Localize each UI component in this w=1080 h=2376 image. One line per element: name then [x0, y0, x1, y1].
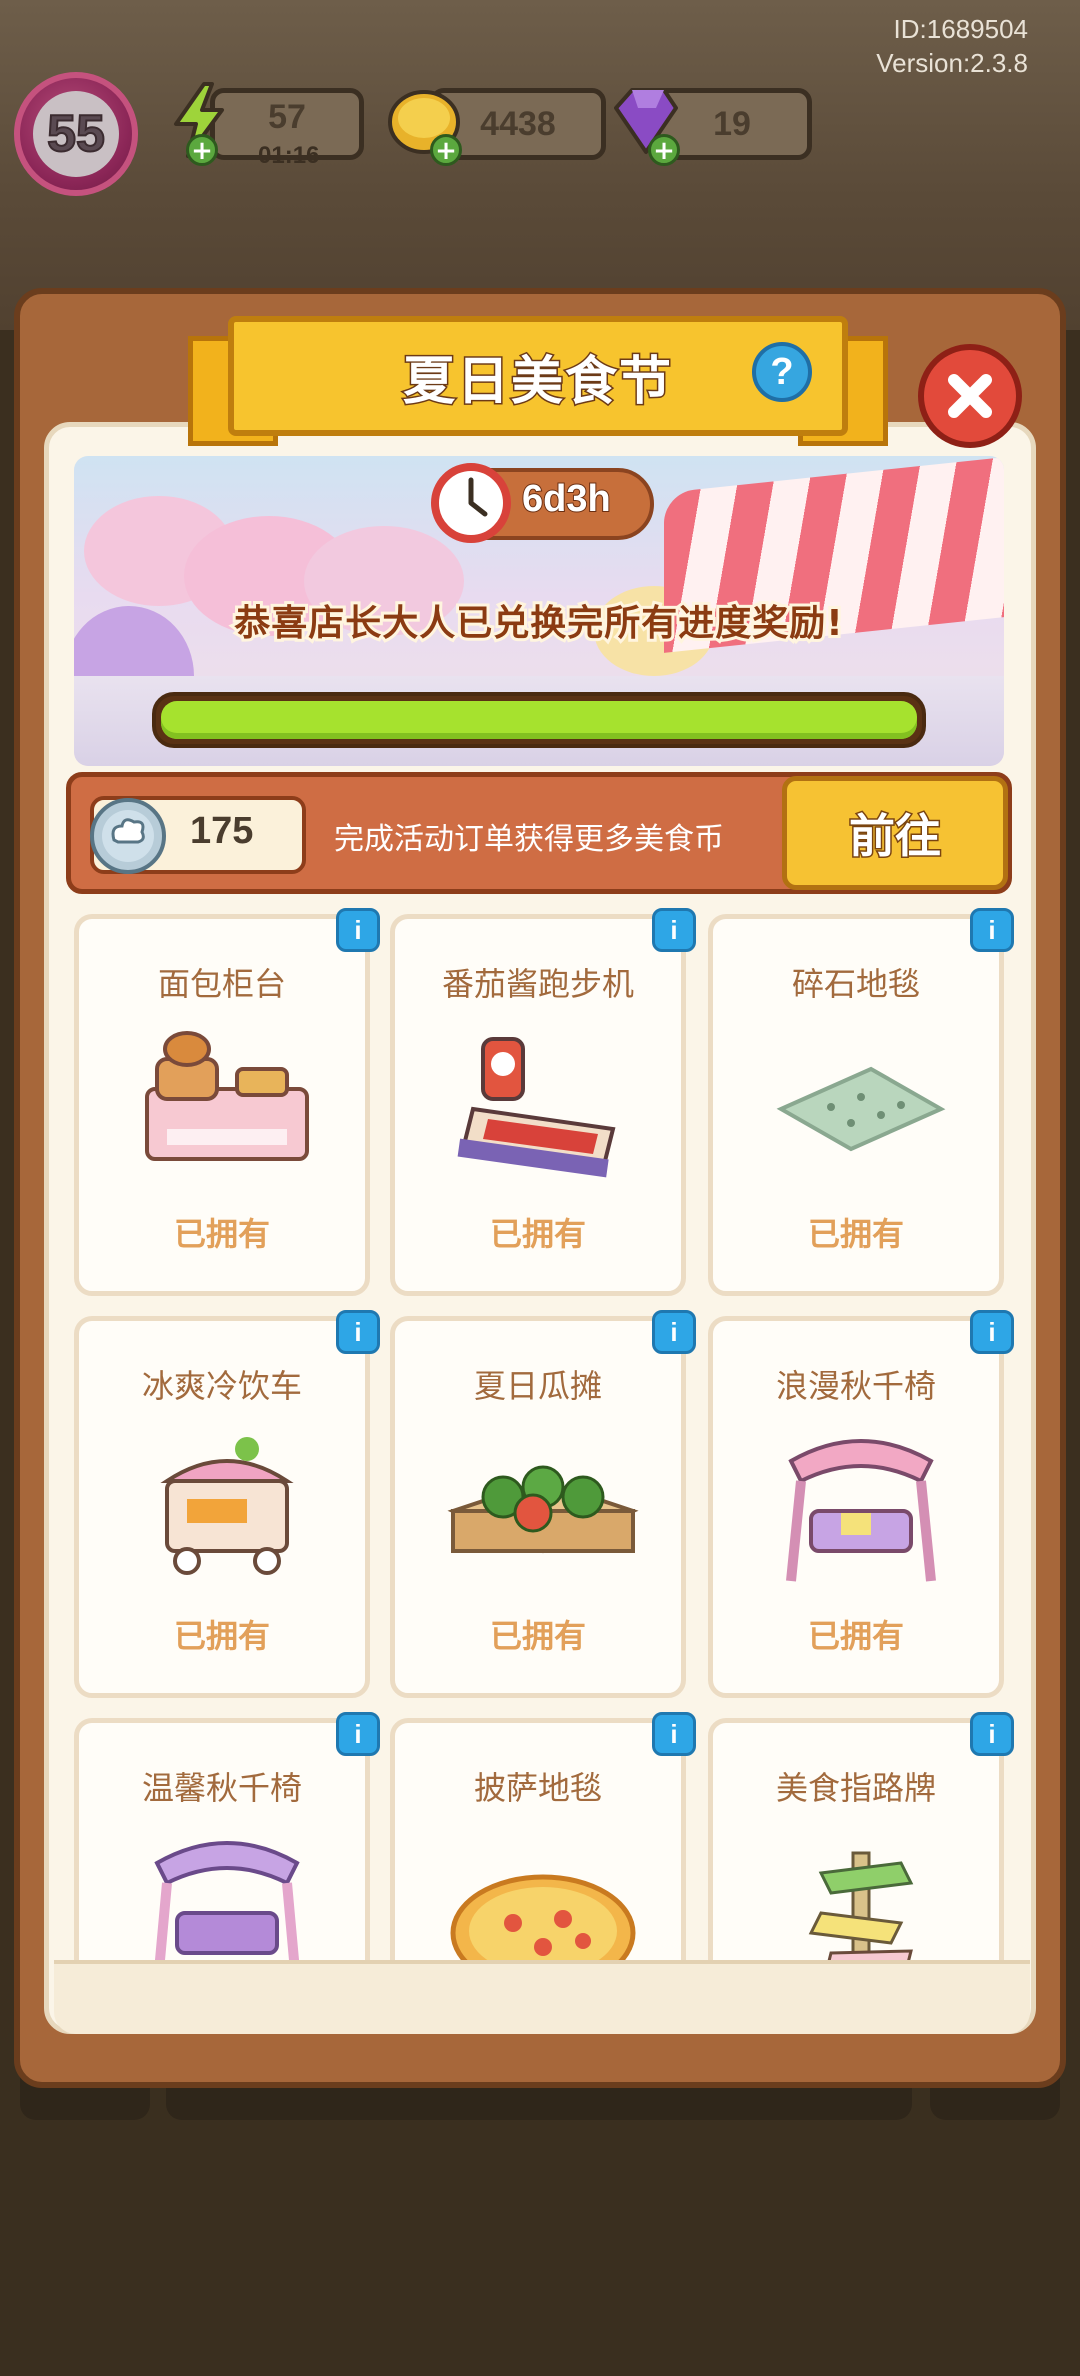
info-icon[interactable]: i [336, 1310, 380, 1354]
congrats-message: 恭喜店长大人已兑换完所有进度奖励! [231, 600, 845, 647]
info-icon[interactable]: i [652, 1712, 696, 1756]
reward-name: 碎石地毯 [791, 965, 920, 1003]
info-icon[interactable]: i [652, 908, 696, 952]
reward-card[interactable]: 温馨秋千椅 [74, 1718, 370, 1964]
drink-cart-icon [160, 1437, 294, 1575]
level-number: 55 [33, 91, 119, 177]
reward-card[interactable]: 面包柜台 已拥有 [74, 914, 370, 1296]
gravel-rug-icon [776, 1066, 946, 1152]
progress-fill [161, 701, 917, 739]
player-id: ID:1689504 [893, 14, 1028, 44]
reward-name: 夏日瓜摊 [473, 1367, 602, 1405]
info-icon[interactable]: i [652, 1310, 696, 1354]
reward-name: 披萨地毯 [473, 1769, 602, 1807]
bread-counter-icon [145, 1031, 309, 1161]
energy-timer: 01:16 [258, 142, 320, 169]
owned-status: 已拥有 [489, 1215, 586, 1253]
go-button[interactable]: 前往 [782, 776, 1008, 890]
gem-value: 19 [713, 104, 751, 143]
food-coin-icon [90, 798, 166, 874]
reward-card[interactable]: 美食指路牌 [708, 1718, 1004, 1964]
help-button[interactable]: ? [752, 342, 812, 402]
add-gems-icon[interactable]: + [648, 134, 680, 166]
pizza-rug-icon [450, 1874, 636, 1964]
reward-card[interactable]: 番茄酱跑步机 已拥有 [390, 914, 686, 1296]
food-coin-value: 175 [190, 810, 254, 852]
owned-status: 已拥有 [807, 1215, 904, 1253]
reward-card[interactable]: 浪漫秋千椅 已拥有 [708, 1316, 1004, 1698]
close-icon [948, 374, 992, 418]
food-coin-description: 完成活动订单获得更多美食币 [334, 822, 724, 857]
info-icon[interactable]: i [970, 1310, 1014, 1354]
info-icon[interactable]: i [970, 1712, 1014, 1756]
reward-card[interactable]: 冰爽冷饮车 已拥有 [74, 1316, 370, 1698]
progress-bar [152, 692, 926, 748]
owned-status: 已拥有 [807, 1617, 904, 1655]
coin-value: 4438 [480, 104, 556, 143]
panel-title: 夏日美食节 [401, 350, 673, 413]
pink-swing-icon [786, 1439, 936, 1582]
reward-name: 面包柜台 [157, 965, 286, 1003]
reward-name: 美食指路牌 [775, 1769, 936, 1807]
reward-card[interactable]: 夏日瓜摊 已拥有 [390, 1316, 686, 1698]
owned-status: 已拥有 [173, 1215, 270, 1253]
clock-icon [431, 463, 511, 543]
go-button-label: 前往 [848, 808, 943, 865]
owned-status: 已拥有 [173, 1617, 270, 1655]
energy-value: 57 [268, 97, 306, 136]
add-coins-icon[interactable]: + [430, 134, 462, 166]
reward-name: 冰爽冷饮车 [141, 1367, 302, 1405]
version-label: Version:2.3.8 [876, 48, 1028, 78]
info-icon[interactable]: i [336, 908, 380, 952]
panel-paper-edge [54, 1960, 1030, 2034]
purple-swing-icon [154, 1841, 300, 1964]
reward-card[interactable]: 碎石地毯 已拥有 [708, 914, 1004, 1296]
add-energy-icon[interactable]: + [186, 134, 218, 166]
melon-stall-icon [447, 1465, 639, 1554]
info-icon[interactable]: i [336, 1712, 380, 1756]
event-timer-text: 6d3h [521, 477, 612, 521]
reward-name: 温馨秋千椅 [141, 1769, 302, 1807]
signpost-icon [808, 1851, 914, 1964]
reward-card[interactable]: 披萨地毯 [390, 1718, 686, 1964]
close-button[interactable] [918, 344, 1022, 448]
reward-name: 浪漫秋千椅 [775, 1367, 936, 1405]
info-icon[interactable]: i [970, 908, 1014, 952]
reward-grid[interactable]: 面包柜台 已拥有 i 番茄酱跑步机 已拥有 i 碎石地毯 已拥有 i 冰爽冷饮车 已拥有 i 夏日瓜摊已… [60, 904, 1020, 1964]
reward-name: 番茄酱跑步机 [441, 965, 634, 1003]
owned-status: 已拥有 [489, 1617, 586, 1655]
build-info: ID:1689504 Version:2.3.8 [876, 12, 1028, 80]
level-badge[interactable]: 55 [14, 72, 138, 196]
ketchup-treadmill-icon [457, 1037, 616, 1178]
